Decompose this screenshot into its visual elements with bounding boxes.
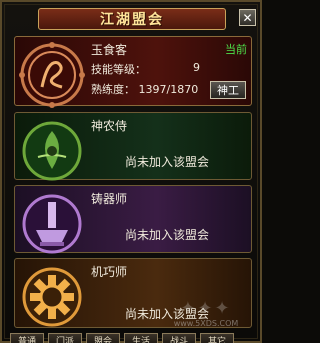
guild-card-chef[interactable]: 玉食客 当前 技能等级： 9 熟练度： 1397/1870 神工 [14,36,252,108]
gear-emblem-icon [22,267,82,327]
tab-sect[interactable]: 门派 [48,333,82,343]
tab-guild[interactable]: 盟会 [86,333,120,343]
not-joined-text: 尚未加入该盟会 [125,228,210,242]
skill-level-value: 9 [193,61,200,74]
guild-name: 玉食客 [91,43,128,57]
skill-level-label: 技能等级： [91,63,146,76]
close-button[interactable]: ✕ [239,9,256,26]
watermark-glyph: ✦✦✦ [180,298,232,319]
title-bar: ? 江湖盟会 ✕ [8,6,256,32]
guild-name: 神农侍 [91,119,128,133]
not-joined-text: 尚未加入该盟会 [125,155,210,169]
window-title: 江湖盟会 [38,8,226,30]
guild-name: 铸器师 [91,192,128,206]
bottom-tab-bar: 普通 门派 盟会 生活 战斗 其它 [2,333,264,343]
tab-battle[interactable]: 战斗 [162,333,196,343]
guild-card-herbalist[interactable]: 神农侍 尚未加入该盟会 [14,112,252,181]
forge-emblem-icon [22,194,82,254]
watermark: ✦✦✦ www.5XDS.COM [150,298,262,328]
proficiency-row: 熟练度： 1397/1870 [91,81,198,97]
guild-name: 机巧师 [91,265,128,279]
guild-window: ? 江湖盟会 ✕ 玉食客 当前 技能等级： 9 熟练度： 1397/1870 神… [0,0,262,343]
current-badge: 当前 [225,43,247,56]
tab-life[interactable]: 生活 [124,333,158,343]
watermark-text: www.5XDS.COM [173,319,239,328]
proficiency-value: 1397/1870 [138,83,199,96]
chef-emblem-icon [19,42,85,108]
rank-button[interactable]: 神工 [210,81,246,99]
proficiency-label: 熟练度： [91,83,135,96]
tab-other[interactable]: 其它 [200,333,234,343]
guild-card-smith[interactable]: 铸器师 尚未加入该盟会 [14,185,252,254]
leaf-emblem-icon [22,121,82,181]
tab-normal[interactable]: 普通 [10,333,44,343]
